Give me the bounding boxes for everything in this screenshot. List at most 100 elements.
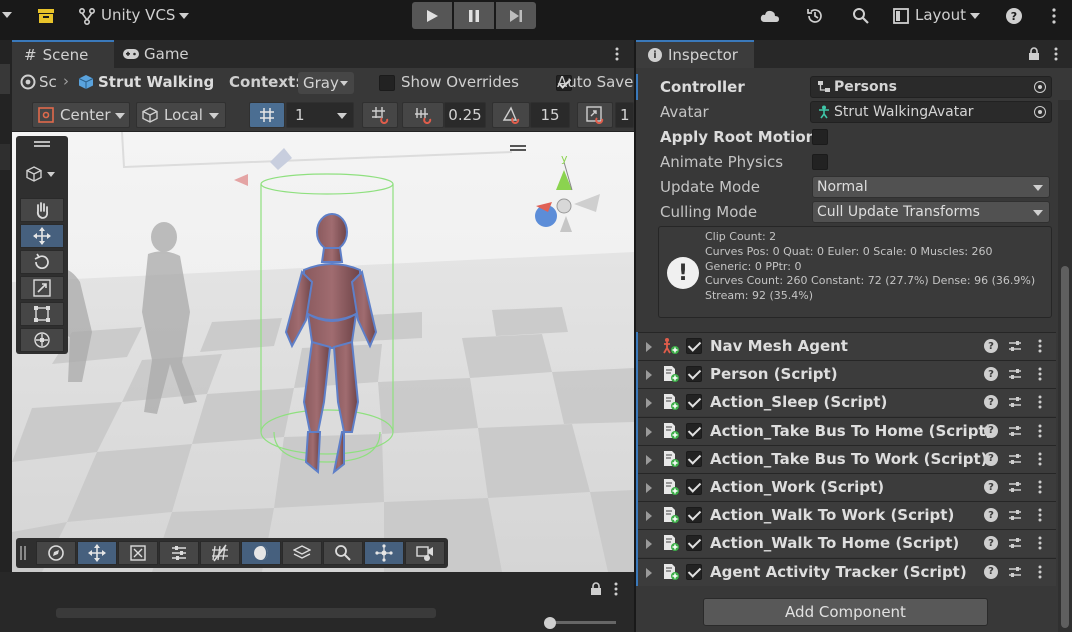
zoom-slider-thumb[interactable] (544, 617, 556, 629)
move-tool-button[interactable] (20, 224, 64, 248)
component-header[interactable]: Action_Walk To Home (Script)? (636, 529, 1056, 558)
foldout-arrow-icon[interactable] (646, 398, 652, 409)
component-header[interactable]: Action_Work (Script)? (636, 473, 1056, 501)
presets-icon[interactable] (1008, 508, 1022, 522)
breadcrumb-root[interactable]: Sc (39, 73, 57, 91)
layout-dropdown[interactable]: Layout (915, 6, 966, 24)
move-snap-button[interactable] (402, 102, 444, 128)
animate-physics-checkbox[interactable] (812, 154, 828, 170)
tab-scene[interactable]: # Scene (12, 40, 114, 68)
add-component-button[interactable]: Add Component (703, 598, 988, 626)
component-enabled-checkbox[interactable] (686, 394, 702, 411)
help-icon[interactable]: ? (1006, 8, 1022, 24)
chevron-down-icon[interactable] (970, 13, 980, 19)
foldout-arrow-icon[interactable] (646, 567, 652, 578)
snap-toggle-button[interactable] (362, 102, 398, 128)
component-enabled-checkbox[interactable] (686, 338, 702, 354)
account-dropdown-icon[interactable] (2, 12, 12, 18)
foldout-arrow-icon[interactable] (646, 454, 652, 465)
hand-tool-button[interactable] (20, 198, 64, 222)
cloud-icon[interactable] (760, 8, 780, 24)
panel-menu-icon[interactable] (1054, 47, 1058, 61)
component-header[interactable]: Action_Walk To Work (Script)? (636, 501, 1056, 530)
avatar-field[interactable]: Strut WalkingAvatar (810, 101, 1052, 123)
tab-game[interactable]: Game (118, 40, 208, 68)
grid-size-field[interactable]: 1 (286, 102, 354, 128)
foldout-arrow-icon[interactable] (646, 483, 652, 493)
more-menu-icon[interactable] (1052, 8, 1056, 24)
presets-icon[interactable] (1008, 565, 1022, 579)
component-enabled-checkbox[interactable] (686, 479, 702, 495)
help-icon[interactable]: ? (984, 451, 998, 466)
foldout-arrow-icon[interactable] (646, 539, 652, 550)
component-menu-icon[interactable] (1038, 339, 1042, 353)
view-cube-icon[interactable] (26, 166, 56, 182)
controller-field[interactable]: Persons (810, 76, 1052, 98)
bottom-search-field[interactable] (56, 608, 436, 618)
presets-icon[interactable] (1008, 395, 1022, 409)
pause-button[interactable] (454, 2, 494, 29)
grid-toggle-button[interactable] (249, 102, 285, 128)
component-menu-icon[interactable] (1038, 508, 1042, 522)
update-mode-dropdown[interactable]: Normal (812, 176, 1050, 198)
tab-inspector[interactable]: i Inspector (636, 40, 754, 68)
scrollbar-thumb[interactable] (1061, 266, 1069, 628)
help-icon[interactable]: ? (984, 480, 998, 494)
play-button[interactable] (412, 2, 452, 29)
culling-mode-dropdown[interactable]: Cull Update Transforms (812, 201, 1050, 223)
component-header[interactable]: Action_Take Bus To Work (Script)? (636, 444, 1056, 473)
move-snap-field[interactable]: 0.25 (444, 102, 486, 128)
probe-tool-button[interactable] (118, 541, 158, 565)
presets-icon[interactable] (1008, 480, 1022, 494)
grid-visibility-button[interactable] (200, 541, 240, 565)
component-header[interactable]: Action_Sleep (Script)? (636, 388, 1056, 417)
camera-tool-button[interactable] (405, 541, 445, 565)
move-overlay-button[interactable] (77, 541, 117, 565)
rotate-snap-button[interactable] (492, 102, 530, 128)
rotate-tool-button[interactable] (20, 250, 64, 274)
component-enabled-checkbox[interactable] (686, 366, 702, 383)
rect-tool-button[interactable] (20, 302, 64, 326)
inspector-scrollbar[interactable] (1058, 100, 1072, 632)
foldout-arrow-icon[interactable] (646, 426, 652, 437)
presets-icon[interactable] (1008, 339, 1022, 353)
search-icon[interactable] (852, 7, 870, 25)
chevron-down-icon[interactable] (179, 13, 189, 19)
asset-store-icon[interactable] (38, 8, 54, 24)
apply-root-motion-checkbox[interactable] (812, 129, 828, 145)
component-menu-icon[interactable] (1038, 452, 1042, 466)
lock-icon[interactable] (590, 582, 602, 596)
panel-menu-icon[interactable] (614, 582, 618, 596)
breadcrumb-object[interactable]: Strut Walking (98, 73, 214, 91)
rotate-snap-field[interactable]: 15 (530, 102, 570, 128)
component-enabled-checkbox[interactable] (686, 450, 702, 467)
component-header[interactable]: Nav Mesh Agent? (636, 332, 1056, 360)
presets-icon[interactable] (1008, 367, 1022, 381)
component-header[interactable]: Person (Script)? (636, 360, 1056, 389)
help-icon[interactable]: ? (984, 508, 998, 523)
foldout-arrow-icon[interactable] (646, 511, 652, 522)
component-enabled-checkbox[interactable] (686, 535, 702, 552)
space-dropdown[interactable]: Local (136, 102, 226, 128)
component-enabled-checkbox[interactable] (686, 422, 702, 439)
component-menu-icon[interactable] (1038, 536, 1042, 550)
shading-mode-button[interactable] (241, 541, 281, 565)
search-overlay-button[interactable] (323, 541, 363, 565)
compass-tool-button[interactable] (36, 541, 76, 565)
component-enabled-checkbox[interactable] (686, 563, 702, 580)
presets-icon[interactable] (1008, 452, 1022, 466)
component-enabled-checkbox[interactable] (686, 507, 702, 524)
component-header[interactable]: Agent Activity Tracker (Script)? (636, 557, 1056, 586)
panel-menu-icon[interactable] (615, 47, 619, 61)
help-icon[interactable]: ? (984, 423, 998, 438)
scale-snap-button[interactable] (577, 102, 613, 128)
presets-icon[interactable] (1008, 424, 1022, 438)
help-icon[interactable]: ? (984, 395, 998, 410)
lock-icon[interactable] (1028, 47, 1040, 61)
history-icon[interactable] (806, 7, 824, 25)
scene-viewport[interactable]: y (12, 132, 634, 572)
zoom-slider-track[interactable] (546, 621, 616, 624)
component-menu-icon[interactable] (1038, 395, 1042, 409)
transform-tool-button[interactable] (20, 328, 64, 352)
vcs-label[interactable]: Unity VCS (101, 6, 175, 24)
